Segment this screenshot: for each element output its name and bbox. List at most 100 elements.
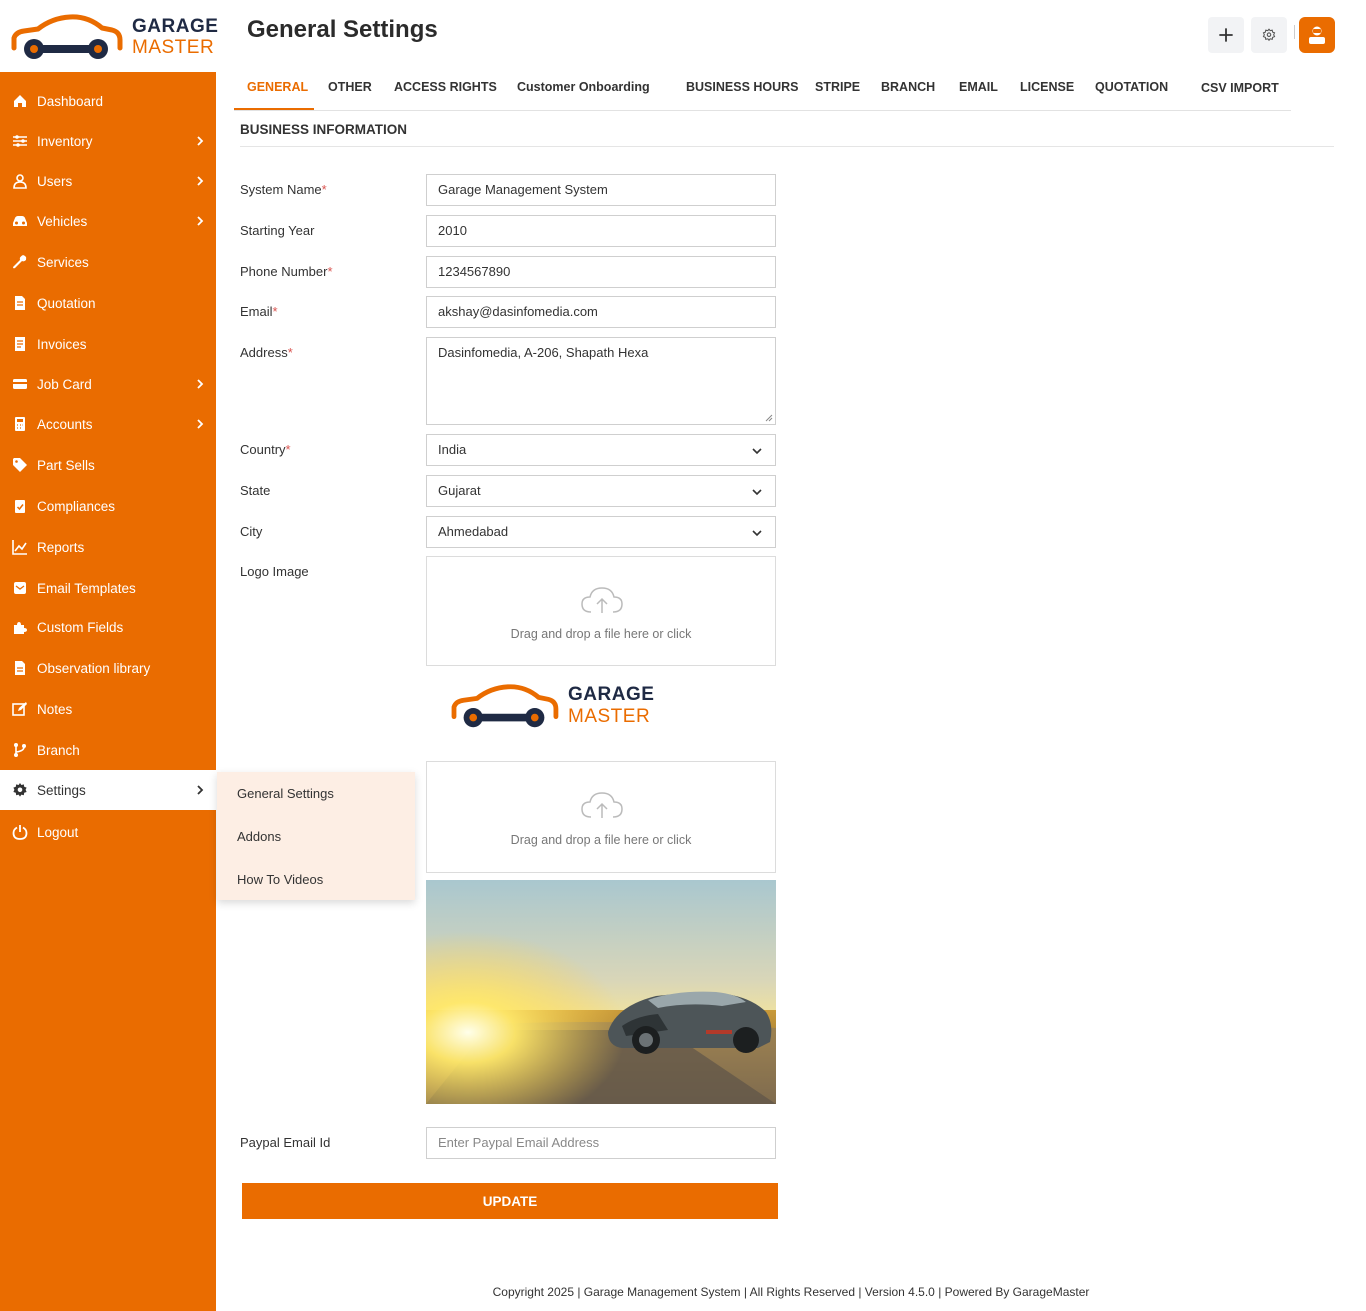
cover-image-preview [426, 880, 776, 1104]
tab-access-rights[interactable]: ACCESS RIGHTS [394, 80, 497, 94]
logo-image-label: Logo Image [240, 564, 309, 579]
sidebar-item-dashboard[interactable]: Dashboard [0, 81, 216, 121]
sidebar-item-reports[interactable]: Reports [0, 527, 216, 567]
tag-icon [12, 457, 28, 473]
email-label: Email* [240, 304, 278, 319]
city-value: Ahmedabad [438, 524, 509, 539]
sidebar-item-label: Users [37, 173, 73, 189]
chevron-right-icon [197, 176, 204, 186]
sidebar-item-label: Quotation [37, 295, 96, 311]
submenu-addons[interactable]: Addons [237, 829, 281, 844]
sidebar-item-label: Email Templates [37, 580, 136, 596]
submenu-general-settings[interactable]: General Settings [237, 786, 334, 801]
system-name-input[interactable]: Garage Management System [426, 174, 776, 206]
user-avatar-icon [1309, 26, 1325, 44]
state-value: Gujarat [438, 483, 481, 498]
chevron-down-icon [752, 489, 762, 496]
gear-icon [1262, 28, 1276, 42]
sidebar-item-label: Vehicles [37, 213, 88, 229]
sidebar-item-label: Services [37, 254, 89, 270]
sidebar-item-branch[interactable]: Branch [0, 730, 216, 770]
user-avatar[interactable] [1299, 17, 1335, 53]
edit-icon [12, 701, 28, 717]
submenu-how-to-videos[interactable]: How To Videos [237, 872, 323, 887]
plus-icon [1219, 28, 1233, 42]
update-button[interactable]: UPDATE [242, 1183, 778, 1219]
sidebar-item-logout[interactable]: Logout [0, 812, 216, 852]
sidebar-item-label: Dashboard [37, 93, 104, 109]
sidebar-item-notes[interactable]: Notes [0, 689, 216, 729]
sidebar-item-job-card[interactable]: Job Card [0, 364, 216, 404]
chevron-down-icon [752, 530, 762, 537]
gear-icon [12, 782, 28, 798]
logo-dropzone-text: Drag and drop a file here or click [510, 627, 692, 641]
chevron-right-icon [197, 216, 204, 226]
branch-icon [12, 742, 28, 758]
tab-general[interactable]: GENERAL [247, 80, 308, 94]
state-label: State [240, 483, 271, 498]
file-icon [12, 660, 28, 676]
resize-handle-icon[interactable] [765, 414, 773, 422]
city-select[interactable]: Ahmedabad [426, 516, 776, 548]
tab-other[interactable]: OTHER [328, 80, 372, 94]
sidebar-item-label: Reports [37, 539, 85, 555]
starting-year-input[interactable]: 2010 [426, 215, 776, 247]
country-select[interactable]: India [426, 434, 776, 466]
cloud-upload-icon [581, 792, 623, 818]
chart-line-icon [12, 539, 28, 555]
cloud-upload-icon [581, 587, 623, 613]
starting-year-label: Starting Year [240, 223, 315, 238]
receipt-icon [12, 336, 28, 352]
section-title: BUSINESS INFORMATION [240, 122, 408, 137]
email-input[interactable]: akshay@dasinfomedia.com [426, 296, 776, 328]
tab-quotation[interactable]: QUOTATION [1095, 80, 1168, 94]
tab-csv-import[interactable]: CSV IMPORT [1201, 81, 1279, 95]
address-textarea[interactable]: Dasinfomedia, A-206, Shapath Hexa [426, 337, 776, 425]
sidebar-item-services[interactable]: Services [0, 242, 216, 282]
page-title: General Settings [247, 16, 438, 43]
sidebar-item-label: Invoices [37, 336, 87, 352]
sidebar-item-label: Inventory [37, 133, 93, 149]
sidebar-item-inventory[interactable]: Inventory [0, 121, 216, 161]
power-icon [12, 824, 28, 840]
logo-preview-line2: MASTER [568, 706, 651, 727]
logo-image-dropzone[interactable]: Drag and drop a file here or click [426, 556, 776, 666]
sidebar-item-accounts[interactable]: Accounts [0, 404, 216, 444]
car-wrench-logo-icon [11, 14, 123, 59]
sidebar-item-invoices[interactable]: Invoices [0, 324, 216, 364]
clipboard-check-icon [12, 498, 28, 514]
add-button[interactable] [1208, 17, 1244, 53]
settings-button[interactable] [1251, 17, 1287, 53]
settings-submenu: General Settings Addons How To Videos [217, 772, 415, 900]
sidebar-item-email-templates[interactable]: Email Templates [0, 568, 216, 608]
brand-logo[interactable]: GARAGE MASTER [0, 0, 218, 72]
sidebar-item-compliances[interactable]: Compliances [0, 486, 216, 526]
sidebar-item-label: Branch [37, 742, 80, 758]
sidebar-item-users[interactable]: Users [0, 161, 216, 201]
brand-wordmark: GARAGE MASTER [132, 16, 218, 58]
tab-license[interactable]: LICENSE [1020, 80, 1074, 94]
chevron-down-icon [752, 448, 762, 455]
phone-number-input[interactable]: 1234567890 [426, 256, 776, 288]
sidebar-item-vehicles[interactable]: Vehicles [0, 201, 216, 241]
tab-business-hours[interactable]: BUSINESS HOURS [686, 80, 799, 94]
tab-branch[interactable]: BRANCH [881, 80, 935, 94]
logo-preview-line1: GARAGE [568, 684, 655, 705]
country-label: Country* [240, 442, 291, 457]
sidebar-item-custom-fields[interactable]: Custom Fields [0, 607, 216, 647]
sidebar-item-observation-library[interactable]: Observation library [0, 648, 216, 688]
calculator-icon [12, 416, 28, 432]
chevron-right-icon [197, 785, 204, 795]
state-select[interactable]: Gujarat [426, 475, 776, 507]
tab-stripe[interactable]: STRIPE [815, 80, 860, 94]
paypal-email-input[interactable]: Enter Paypal Email Address [426, 1127, 776, 1159]
tab-customer-onboarding[interactable]: Customer Onboarding [517, 80, 650, 94]
sidebar-item-quotation[interactable]: Quotation [0, 283, 216, 323]
sidebar-item-settings[interactable]: Settings [0, 770, 216, 810]
sidebar-item-label: Observation library [37, 660, 151, 676]
tab-email[interactable]: EMAIL [959, 80, 998, 94]
sidebar-item-part-sells[interactable]: Part Sells [0, 445, 216, 485]
cover-image-dropzone[interactable]: Drag and drop a file here or click [426, 761, 776, 873]
footer-copyright: Copyright 2025 | Garage Management Syste… [492, 1285, 1090, 1299]
brand-line1: GARAGE [132, 16, 219, 37]
